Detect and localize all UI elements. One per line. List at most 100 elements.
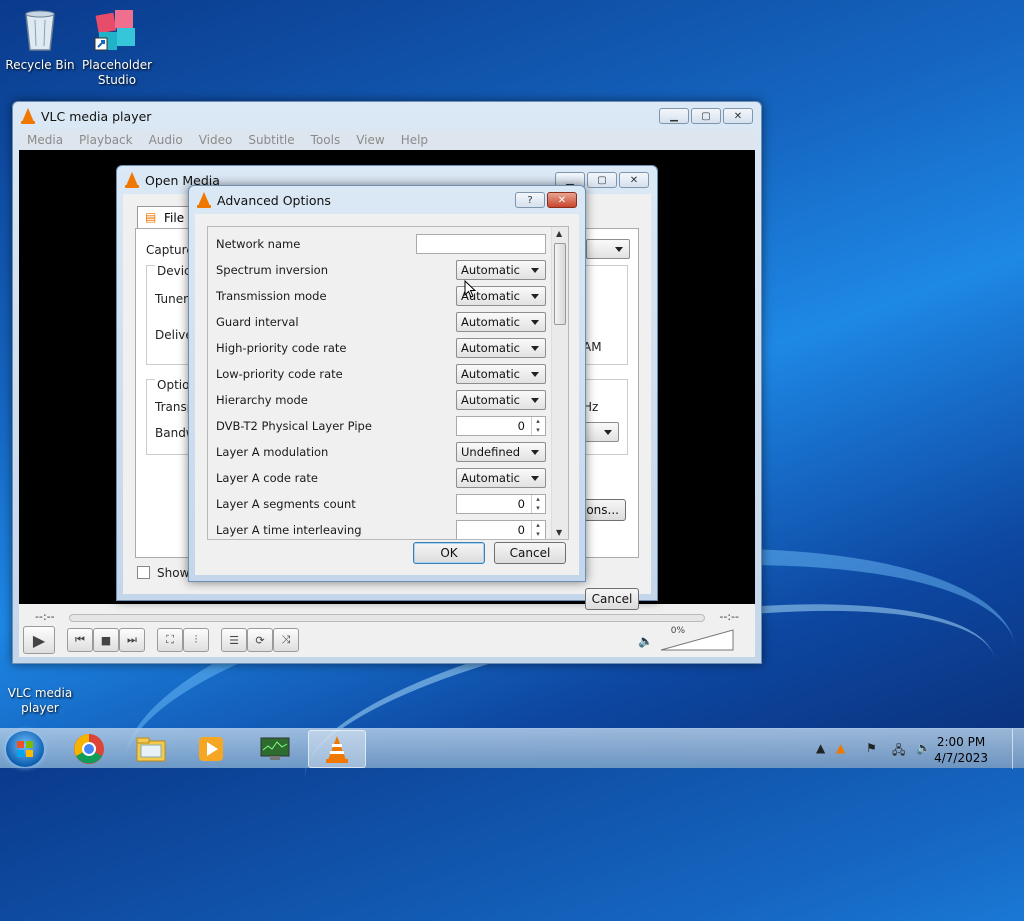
seek-slider[interactable] [69, 614, 705, 622]
desktop-icon-recycle-bin[interactable]: Recycle Bin [0, 6, 80, 73]
row-label: Low-priority code rate [216, 367, 343, 381]
hierarchy-mode-select[interactable]: Automatic [456, 390, 546, 410]
show-hidden-icons-button[interactable]: ▲ [816, 741, 825, 755]
speaker-icon[interactable]: 🔈 [638, 634, 653, 648]
menu-video[interactable]: Video [191, 130, 241, 150]
capture-mode-select[interactable] [586, 239, 630, 259]
low-priority-code-rate-select[interactable]: Automatic [456, 364, 546, 384]
maximize-button[interactable]: ▢ [587, 172, 617, 188]
ok-button[interactable]: OK [413, 542, 485, 564]
extended-settings-button[interactable]: ⫶ [183, 628, 209, 652]
tray-network-icon[interactable]: 🖧 [892, 741, 905, 762]
desktop-icon-placeholder-studio[interactable]: Placeholder Studio [77, 6, 157, 88]
desktop-icon-label: VLC media player [7, 686, 73, 715]
row-label: Transmission mode [216, 289, 327, 303]
row-transmission-mode: Transmission mode Automatic [208, 283, 550, 309]
tray-volume-icon[interactable]: 🔈 [916, 741, 931, 755]
chrome-icon [74, 734, 104, 764]
scroll-down-icon[interactable]: ▼ [556, 528, 562, 537]
desktop-icon-vlc[interactable]: VLC media player [0, 660, 80, 716]
previous-button[interactable]: ⏮ [67, 628, 93, 652]
cancel-label: Cancel [509, 546, 551, 560]
play-button[interactable]: ▶ [23, 626, 55, 654]
maximize-button[interactable]: ▢ [691, 108, 721, 124]
menu-audio[interactable]: Audio [141, 130, 191, 150]
row-high-priority-code-rate: High-priority code rate Automatic [208, 335, 550, 361]
layer-a-segments-count-spinbox[interactable]: 0 [456, 494, 546, 514]
row-layer-a-modulation: Layer A modulation Undefined [208, 439, 550, 465]
menu-playback[interactable]: Playback [71, 130, 141, 150]
taskbar-explorer[interactable] [122, 730, 180, 768]
high-priority-code-rate-select[interactable]: Automatic [456, 338, 546, 358]
menu-help[interactable]: Help [393, 130, 436, 150]
show-more-checkbox[interactable] [137, 566, 150, 579]
row-label: Layer A time interleaving [216, 523, 362, 537]
menu-tools[interactable]: Tools [303, 130, 349, 150]
layer-a-code-rate-select[interactable]: Automatic [456, 468, 546, 488]
taskbar: ▲ ▲ ⚑ 🖧 🔈 2:00 PM 4/7/2023 [0, 728, 1024, 769]
playlist-button[interactable]: ☰ [221, 628, 247, 652]
taskbar-chrome[interactable] [60, 730, 118, 768]
elapsed-time: --:-- [35, 610, 55, 623]
close-button[interactable]: ✕ [547, 192, 577, 208]
row-dvb-t2-plp: DVB-T2 Physical Layer Pipe 0 [208, 413, 550, 439]
row-label: DVB-T2 Physical Layer Pipe [216, 419, 372, 433]
folder-icon [136, 737, 166, 762]
tuner-label: Tuner [155, 292, 189, 306]
stop-button[interactable]: ■ [93, 628, 119, 652]
taskbar-vlc[interactable] [308, 730, 366, 768]
row-low-priority-code-rate: Low-priority code rate Automatic [208, 361, 550, 387]
row-label: Layer A code rate [216, 471, 318, 485]
options-list: Network name Spectrum inversion Automati… [207, 226, 569, 540]
volume-label: 0% [670, 626, 685, 636]
dialog-title: Advanced Options [217, 192, 331, 208]
vlc-titlebar[interactable]: VLC media player [13, 102, 761, 130]
row-layer-a-time-interleaving: Layer A time interleaving 0 [208, 517, 550, 539]
layer-a-time-interleaving-spinbox[interactable]: 0 [456, 520, 546, 539]
taskbar-media-player[interactable] [182, 730, 240, 768]
layer-a-modulation-select[interactable]: Undefined [456, 442, 546, 462]
menu-view[interactable]: View [348, 130, 392, 150]
windows-logo-icon [17, 741, 33, 757]
dvb-t2-plp-spinbox[interactable]: 0 [456, 416, 546, 436]
menu-subtitle[interactable]: Subtitle [240, 130, 302, 150]
studio-icon [93, 6, 141, 54]
guard-interval-select[interactable]: Automatic [456, 312, 546, 332]
row-label: Guard interval [216, 315, 299, 329]
next-button[interactable]: ⏭ [119, 628, 145, 652]
row-label: High-priority code rate [216, 341, 347, 355]
clock-time: 2:00 PM [936, 735, 986, 749]
network-name-input[interactable] [416, 234, 546, 254]
spectrum-inversion-select[interactable]: Automatic [456, 260, 546, 280]
menu-media[interactable]: Media [19, 130, 71, 150]
scrollbar-thumb[interactable] [554, 243, 566, 325]
desktop-icon-label: Placeholder Studio [81, 58, 153, 87]
shuffle-button[interactable]: ⤨ [273, 628, 299, 652]
capture-mode-label: Capture [146, 243, 194, 257]
mouse-pointer-icon [464, 280, 476, 298]
scroll-up-icon[interactable]: ▲ [556, 229, 562, 238]
row-guard-interval: Guard interval Automatic [208, 309, 550, 335]
system-clock[interactable]: 2:00 PM 4/7/2023 [934, 734, 988, 766]
advanced-options-dialog: Advanced Options ? ✕ Network name Spectr… [188, 185, 586, 582]
clock-date: 4/7/2023 [934, 751, 988, 765]
start-button[interactable] [6, 731, 44, 767]
vlc-cone-icon [21, 108, 35, 124]
tray-vlc-icon[interactable]: ▲ [836, 741, 845, 755]
tray-action-center-icon[interactable]: ⚑ [866, 741, 877, 755]
taskbar-task-manager[interactable] [246, 730, 304, 768]
fullscreen-button[interactable]: ⛶ [157, 628, 183, 652]
menu-bar: Media Playback Audio Video Subtitle Tool… [19, 130, 755, 150]
help-button[interactable]: ? [515, 192, 545, 208]
row-layer-a-segments-count: Layer A segments count 0 [208, 491, 550, 517]
close-button[interactable]: ✕ [723, 108, 753, 124]
minimize-button[interactable]: ▁ [659, 108, 689, 124]
recycle-bin-icon [16, 6, 64, 54]
cancel-button[interactable]: Cancel [494, 542, 566, 564]
close-button[interactable]: ✕ [619, 172, 649, 188]
options-scrollbar[interactable]: ▲ ▼ [551, 227, 568, 539]
bandwidth-select[interactable] [583, 422, 619, 442]
show-desktop-button[interactable] [1012, 729, 1024, 769]
loop-button[interactable]: ⟳ [247, 628, 273, 652]
open-media-cancel-button[interactable]: Cancel [585, 588, 639, 610]
